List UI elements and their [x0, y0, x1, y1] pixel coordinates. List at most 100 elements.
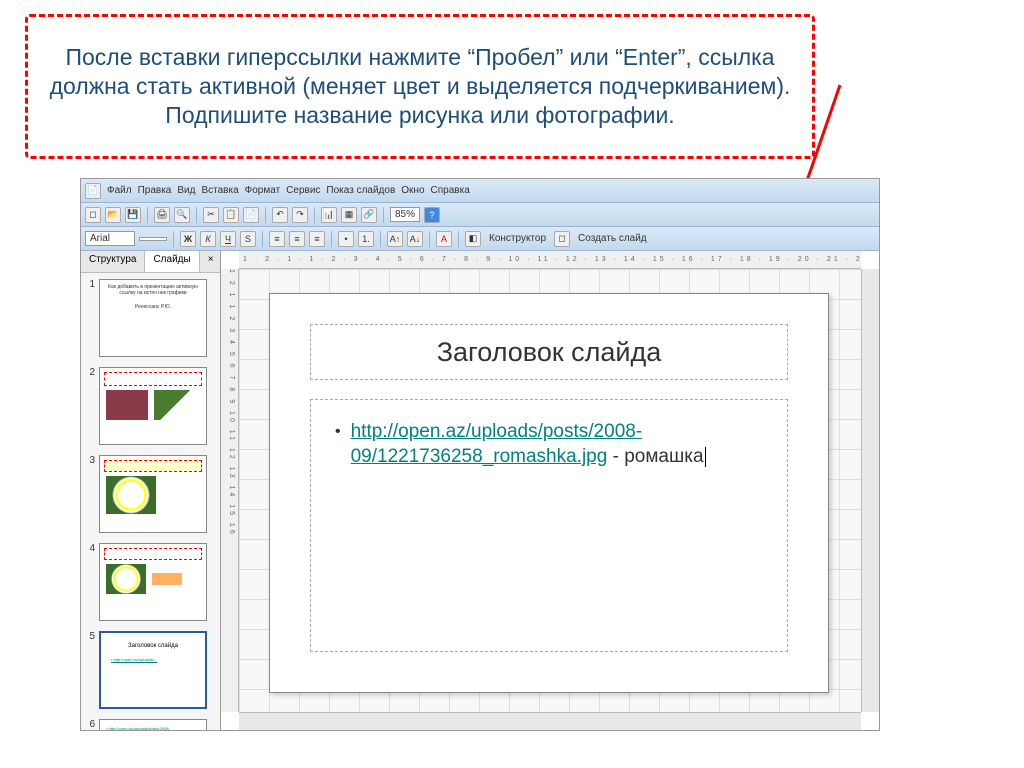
slide-thumbnail[interactable] — [99, 543, 207, 621]
thumb-number: 3 — [85, 455, 99, 466]
chart-icon[interactable]: 📊 — [321, 207, 337, 223]
menu-bar: 📄 Файл Правка Вид Вставка Формат Сервис … — [81, 179, 879, 203]
slide-thumbnail[interactable]: • http://open.az/uploads/posts/2008-09/1… — [99, 719, 207, 730]
vertical-scrollbar[interactable] — [861, 269, 879, 712]
slide-title-placeholder[interactable]: Заголовок слайда — [310, 324, 788, 380]
separator — [314, 207, 315, 223]
shadow-icon[interactable]: S — [240, 231, 256, 247]
decrease-font-icon[interactable]: A↓ — [407, 231, 423, 247]
align-center-icon[interactable]: ≡ — [289, 231, 305, 247]
new-slide-button[interactable]: Создать слайд — [574, 233, 651, 244]
font-color-icon[interactable]: A — [436, 231, 452, 247]
menu-tools[interactable]: Сервис — [286, 185, 320, 196]
underline-icon[interactable]: Ч — [220, 231, 236, 247]
slide-title-text: Заголовок слайда — [437, 337, 662, 368]
ruler-marks: 1 2 1 1 2 3 4 5 6 7 8 9 10 11 12 13 14 1… — [224, 269, 235, 537]
separator — [147, 207, 148, 223]
thumb-4[interactable]: 4 — [85, 543, 216, 621]
undo-icon[interactable]: ↶ — [272, 207, 288, 223]
tab-structure[interactable]: Структура — [81, 251, 145, 272]
separator — [196, 207, 197, 223]
hyperlink-text[interactable]: http://open.az/uploads/posts/2008-09/122… — [351, 421, 643, 467]
file-icon[interactable]: 📄 — [85, 183, 101, 199]
slide-editor: 1 · 2 · 1 · 1 · 2 · 3 · 4 · 5 · 6 · 7 · … — [221, 251, 879, 730]
standard-toolbar: ◻ 📂 💾 🖨 🔍 ✂ 📋 📄 ↶ ↷ 📊 ▦ 🔗 85% ? — [81, 203, 879, 227]
menu-file[interactable]: Файл — [107, 185, 132, 196]
separator — [265, 207, 266, 223]
thumb-5[interactable]: 5 Заголовок слайда • http://open.az/uplo… — [85, 631, 216, 709]
thumb-6[interactable]: 6 • http://open.az/uploads/posts/2008-09… — [85, 719, 216, 730]
table-icon[interactable]: ▦ — [341, 207, 357, 223]
slide-thumbnail[interactable]: Как добавить в презентацию активную ссыл… — [99, 279, 207, 357]
slide-thumbnail[interactable] — [99, 367, 207, 445]
separator — [458, 231, 459, 247]
bold-icon[interactable]: Ж — [180, 231, 196, 247]
thumb-1[interactable]: 1 Как добавить в презентацию активную сс… — [85, 279, 216, 357]
text-cursor — [705, 447, 706, 467]
thumbnails-list: 1 Как добавить в презентацию активную сс… — [81, 273, 220, 730]
current-slide[interactable]: Заголовок слайда • http://open.az/upload… — [269, 293, 829, 693]
separator — [429, 231, 430, 247]
menu-insert[interactable]: Вставка — [201, 185, 238, 196]
bullet-item: • http://open.az/uploads/posts/2008-09/1… — [335, 420, 763, 469]
slide-content-placeholder[interactable]: • http://open.az/uploads/posts/2008-09/1… — [310, 399, 788, 652]
bullet-marker: • — [335, 423, 341, 441]
cut-icon[interactable]: ✂ — [203, 207, 219, 223]
tab-slides[interactable]: Слайды — [145, 251, 199, 272]
separator — [262, 231, 263, 247]
menu-window[interactable]: Окно — [401, 185, 424, 196]
thumb-2[interactable]: 2 — [85, 367, 216, 445]
design-icon[interactable]: ◧ — [465, 231, 481, 247]
numbering-icon[interactable]: 1. — [358, 231, 374, 247]
instruction-text: После вставки гиперссылки нажмите “Пробе… — [48, 43, 792, 129]
save-icon[interactable]: 💾 — [125, 207, 141, 223]
separator — [380, 231, 381, 247]
increase-font-icon[interactable]: A↑ — [387, 231, 403, 247]
work-area: Структура Слайды × 1 Как добавить в през… — [81, 251, 879, 730]
separator — [383, 207, 384, 223]
print-icon[interactable]: 🖨 — [154, 207, 170, 223]
tab-close[interactable]: × — [200, 251, 222, 272]
thumb-number: 2 — [85, 367, 99, 378]
slide-thumbnail-selected[interactable]: Заголовок слайда • http://open.az/upload… — [99, 631, 207, 709]
ruler-marks: 1 · 2 · 1 · 1 · 2 · 3 · 4 · 5 · 6 · 7 · … — [239, 256, 861, 263]
slide-canvas[interactable]: Заголовок слайда • http://open.az/upload… — [239, 269, 861, 712]
thumb-number: 5 — [85, 631, 99, 642]
copy-icon[interactable]: 📋 — [223, 207, 239, 223]
menu-help[interactable]: Справка — [431, 185, 470, 196]
horizontal-ruler: 1 · 2 · 1 · 1 · 2 · 3 · 4 · 5 · 6 · 7 · … — [239, 251, 861, 269]
new-slide-icon[interactable]: ◻ — [554, 231, 570, 247]
preview-icon[interactable]: 🔍 — [174, 207, 190, 223]
thumb-number: 1 — [85, 279, 99, 290]
caption-text: - ромашка — [607, 446, 703, 467]
font-size-dropdown[interactable] — [139, 237, 167, 241]
slides-panel: Структура Слайды × 1 Как добавить в през… — [81, 251, 221, 730]
italic-icon[interactable]: К — [200, 231, 216, 247]
slide-text-line[interactable]: http://open.az/uploads/posts/2008-09/122… — [351, 420, 763, 469]
bullets-icon[interactable]: • — [338, 231, 354, 247]
separator — [331, 231, 332, 247]
redo-icon[interactable]: ↷ — [292, 207, 308, 223]
help-icon[interactable]: ? — [424, 207, 440, 223]
menu-edit[interactable]: Правка — [138, 185, 172, 196]
zoom-dropdown[interactable]: 85% — [390, 207, 420, 222]
paste-icon[interactable]: 📄 — [243, 207, 259, 223]
designer-button[interactable]: Конструктор — [485, 233, 550, 244]
font-name-dropdown[interactable]: Arial — [85, 231, 135, 246]
formatting-toolbar: Arial Ж К Ч S ≡ ≡ ≡ • 1. A↑ A↓ A ◧ Конст… — [81, 227, 879, 251]
instruction-callout: После вставки гиперссылки нажмите “Пробе… — [25, 14, 815, 159]
thumb-3[interactable]: 3 — [85, 455, 216, 533]
slide-thumbnail[interactable] — [99, 455, 207, 533]
open-icon[interactable]: 📂 — [105, 207, 121, 223]
vertical-ruler: 1 2 1 1 2 3 4 5 6 7 8 9 10 11 12 13 14 1… — [221, 269, 239, 712]
hyperlink-icon[interactable]: 🔗 — [361, 207, 377, 223]
horizontal-scrollbar[interactable] — [239, 712, 861, 730]
panel-tabs: Структура Слайды × — [81, 251, 220, 273]
align-left-icon[interactable]: ≡ — [269, 231, 285, 247]
align-right-icon[interactable]: ≡ — [309, 231, 325, 247]
menu-slideshow[interactable]: Показ слайдов — [326, 185, 395, 196]
menu-view[interactable]: Вид — [177, 185, 195, 196]
thumb-number: 6 — [85, 719, 99, 730]
menu-format[interactable]: Формат — [245, 185, 281, 196]
new-icon[interactable]: ◻ — [85, 207, 101, 223]
